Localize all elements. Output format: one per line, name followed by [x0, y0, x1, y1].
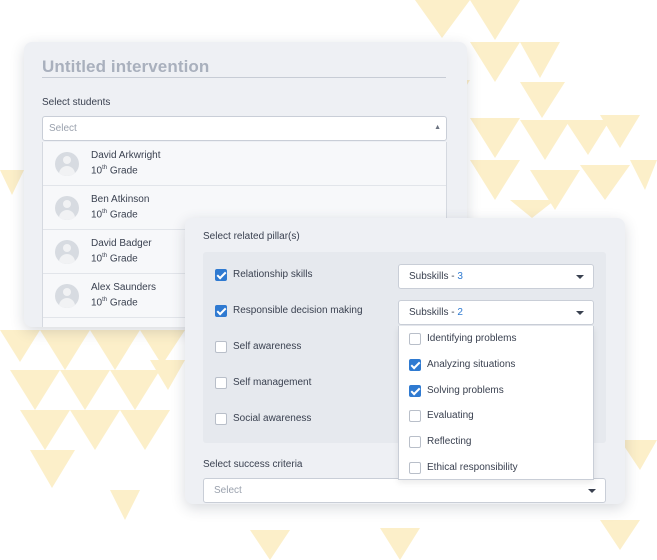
subskill-label: Reflecting — [427, 436, 472, 447]
student-grade: 10th Grade — [91, 297, 138, 309]
checkbox[interactable] — [215, 377, 227, 389]
subskill-label: Analyzing situations — [427, 359, 516, 370]
pillar-label: Self management — [233, 377, 312, 388]
caret-down-icon[interactable] — [576, 311, 584, 315]
title-underline — [42, 77, 446, 78]
pillar-label: Responsible decision making — [233, 305, 363, 316]
subskill-label: Solving problems — [427, 385, 504, 396]
student-select-placeholder: Select — [49, 123, 77, 134]
student-row[interactable]: David Arkwright 10th Grade — [43, 142, 446, 186]
checkbox[interactable] — [409, 410, 421, 422]
caret-up-icon[interactable]: ▲ — [434, 124, 441, 131]
student-name: David Arkwright — [91, 150, 161, 161]
subskill-label: Ethical responsibility — [427, 462, 518, 473]
intervention-title[interactable]: Untitled intervention — [42, 57, 209, 77]
criteria-select-placeholder: Select — [214, 485, 242, 496]
student-name: David Badger — [91, 238, 152, 249]
caret-down-icon[interactable] — [576, 275, 584, 279]
student-grade: 10th Grade — [91, 209, 138, 221]
student-name: Alex Saunders — [91, 282, 157, 293]
success-criteria-select[interactable]: Select — [203, 478, 606, 503]
checkbox[interactable] — [409, 333, 421, 345]
avatar-icon — [55, 196, 79, 220]
pillar-label: Relationship skills — [233, 269, 313, 280]
subskills-dropdown: Identifying problems Analyzing situation… — [398, 326, 594, 480]
pillar-label: Self awareness — [233, 341, 302, 352]
caret-down-icon[interactable] — [588, 489, 596, 493]
student-grade: 10th Grade — [91, 253, 138, 265]
pillar-label: Social awareness — [233, 413, 312, 424]
checkbox[interactable] — [409, 462, 421, 474]
subskill-label: Evaluating — [427, 410, 474, 421]
subskills-count: 2 — [457, 307, 463, 318]
avatar-icon — [55, 284, 79, 308]
checkbox-checked[interactable] — [409, 385, 421, 397]
subskill-label: Identifying problems — [427, 333, 517, 344]
checkbox-checked[interactable] — [215, 305, 227, 317]
checkbox-checked[interactable] — [215, 269, 227, 281]
student-select[interactable]: Select ▲ — [42, 116, 447, 141]
checkbox[interactable] — [215, 341, 227, 353]
checkbox-checked[interactable] — [409, 359, 421, 371]
select-success-criteria-label: Select success criteria — [203, 459, 303, 470]
student-grade: 10th Grade — [91, 165, 138, 177]
student-name: Ben Atkinson — [91, 194, 150, 205]
checkbox[interactable] — [409, 436, 421, 448]
select-students-label: Select students — [42, 97, 111, 108]
checkbox[interactable] — [215, 413, 227, 425]
subskills-select-decision-making[interactable]: Subskills - 2 — [398, 300, 594, 325]
subskills-count: 3 — [457, 271, 463, 282]
subskills-label: Subskills - — [409, 271, 458, 282]
pillars-card: Select related pillar(s) Relationship sk… — [185, 218, 625, 504]
avatar-icon — [55, 240, 79, 264]
select-pillars-label: Select related pillar(s) — [203, 231, 300, 242]
avatar-icon — [55, 152, 79, 176]
subskills-label: Subskills - — [409, 307, 458, 318]
subskills-select-relationship[interactable]: Subskills - 3 — [398, 264, 594, 289]
